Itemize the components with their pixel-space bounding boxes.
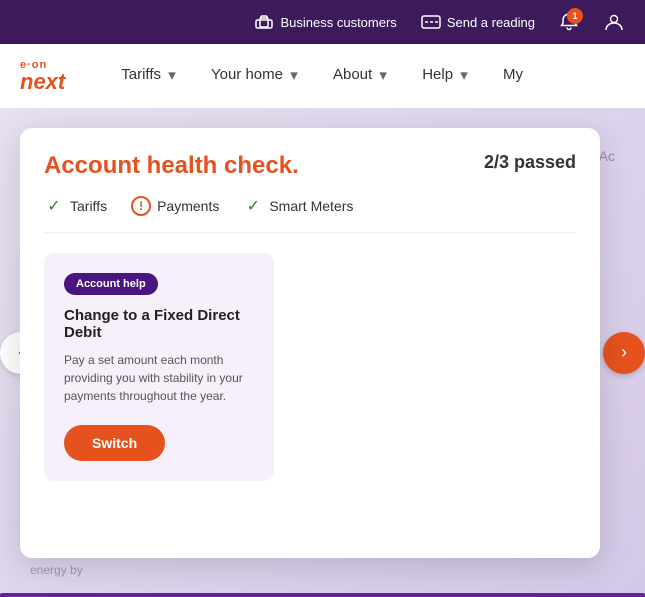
nav-items: Tariffs ▾ Your home ▾ About ▾ Help ▾ My [105,44,625,108]
modal-title: Account health check. [44,152,299,180]
business-customers-label: Business customers [280,15,396,30]
chevron-down-icon: ▾ [287,68,301,82]
nav-my-label: My [503,66,523,83]
nav-item-my[interactable]: My [487,44,539,108]
send-reading-link[interactable]: Send a reading [421,12,535,32]
modal-overlay: Account health check. 2/3 passed ✓ Tarif… [0,108,645,597]
logo-next-text: next [20,71,65,93]
check-item-smart-meters: ✓ Smart Meters [243,196,353,216]
recommendation-description: Pay a set amount each month providing yo… [64,351,254,405]
check-item-payments: ! Payments [131,196,219,216]
modal-score: 2/3 passed [484,152,576,173]
nav-item-help[interactable]: Help ▾ [406,44,487,108]
eon-next-logo[interactable]: e·on next [20,60,65,93]
notification-count: 1 [567,8,583,24]
chevron-down-icon: ▾ [165,68,179,82]
check-item-tariffs: ✓ Tariffs [44,196,107,216]
check-label-smart-meters: Smart Meters [269,198,353,214]
recommendation-title: Change to a Fixed Direct Debit [64,307,254,341]
health-checks-list: ✓ Tariffs ! Payments ✓ Smart Meters [44,196,576,233]
nav-your-home-label: Your home [211,66,283,83]
user-icon[interactable] [603,11,625,33]
chevron-down-icon: ▾ [457,68,471,82]
nav-tariffs-label: Tariffs [121,66,161,83]
nav-about-label: About [333,66,372,83]
check-warn-icon-payments: ! [131,196,151,216]
nav-item-about[interactable]: About ▾ [317,44,406,108]
meter-icon [421,12,441,32]
check-pass-icon-smart-meters: ✓ [243,196,263,216]
account-health-check-modal: Account health check. 2/3 passed ✓ Tarif… [20,128,600,558]
recommendation-card: Account help Change to a Fixed Direct De… [44,253,274,481]
business-customers-link[interactable]: Business customers [254,12,396,32]
nav-item-your-home[interactable]: Your home ▾ [195,44,317,108]
check-label-tariffs: Tariffs [70,198,107,214]
nav-item-tariffs[interactable]: Tariffs ▾ [105,44,195,108]
notifications-bell[interactable]: 1 [559,12,579,32]
chevron-down-icon: ▾ [376,68,390,82]
top-utility-bar: Business customers Send a reading 1 [0,0,645,44]
check-label-payments: Payments [157,198,219,214]
nav-help-label: Help [422,66,453,83]
send-reading-label: Send a reading [447,15,535,30]
check-pass-icon-tariffs: ✓ [44,196,64,216]
switch-button[interactable]: Switch [64,425,165,461]
account-help-badge: Account help [64,273,158,295]
briefcase-icon [254,12,274,32]
main-nav: e·on next Tariffs ▾ Your home ▾ About ▾ … [0,44,645,108]
modal-header: Account health check. 2/3 passed [44,152,576,180]
